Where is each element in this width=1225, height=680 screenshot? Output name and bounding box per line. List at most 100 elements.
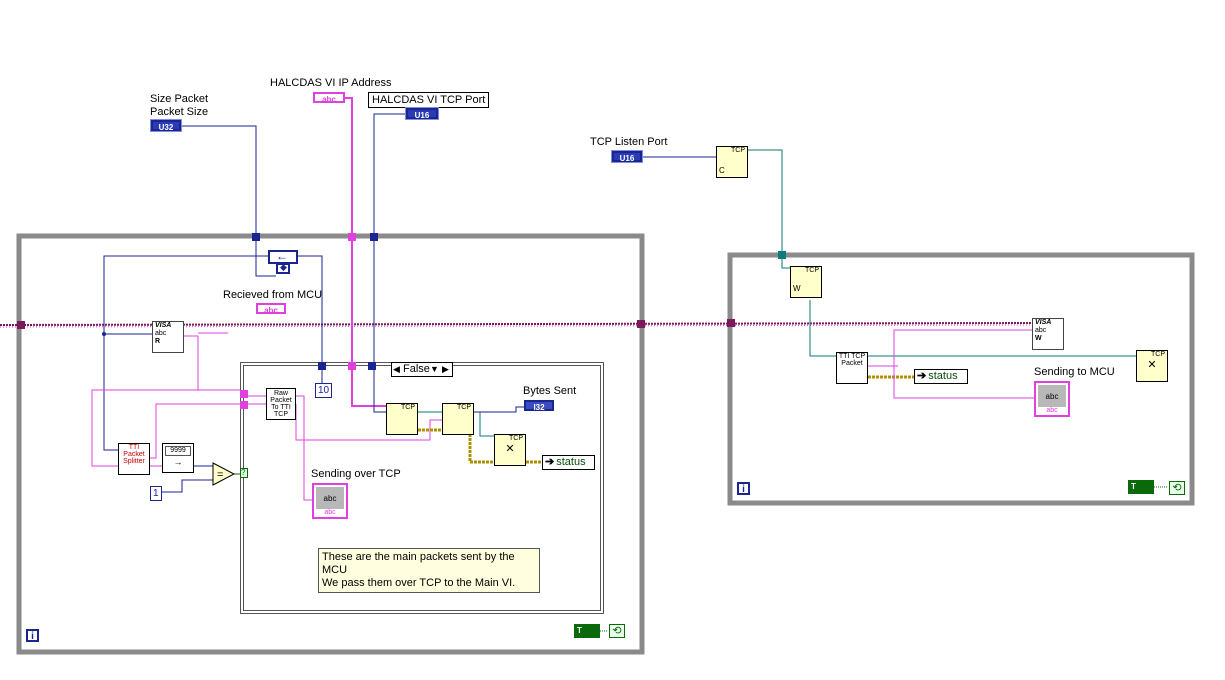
sending-to-mcu-display: abc: [1038, 385, 1066, 407]
case-tunnel-string-2[interactable]: [240, 401, 248, 409]
received-from-mcu-label: Recieved from MCU: [223, 289, 323, 301]
halcdas-port-label: HALCDAS VI TCP Port: [368, 92, 490, 108]
left-loop-stop-terminal[interactable]: ⟲: [609, 624, 625, 638]
tcp-wait-sub: W: [793, 284, 801, 293]
format-const-text: 9999: [165, 446, 191, 456]
sending-over-tcp-label: Sending over TCP: [311, 468, 401, 480]
tunnel-visa-right-in[interactable]: [727, 319, 735, 327]
tunnel-ip-address[interactable]: [348, 233, 356, 241]
visa-write-abc: abc: [1035, 327, 1047, 334]
received-from-mcu-indicator[interactable]: abc: [256, 303, 286, 315]
tti-packet-splitter-node[interactable]: TTI Packet Splitter: [118, 443, 150, 475]
raw-packet-text: Raw Packet To TTI TCP: [270, 390, 292, 418]
tcp-close-right-node[interactable]: TCP ✕: [1136, 350, 1168, 382]
tunnel-packet-size[interactable]: [252, 233, 260, 241]
status-indicator-left[interactable]: ➔ status: [542, 455, 595, 470]
visa-read-sub: R: [155, 338, 161, 345]
sending-to-mcu-label: Sending to MCU: [1034, 366, 1115, 378]
visa-read-node[interactable]: VISA abc R: [152, 321, 184, 353]
const-one-wire[interactable]: [162, 479, 214, 493]
case-next-icon[interactable]: ▶: [442, 363, 449, 376]
comment-line-2: We pass them over TCP to the Main VI.: [322, 577, 516, 589]
packet-size-label: Packet Size: [150, 106, 209, 118]
status-right-arrow-icon: ➔: [917, 370, 927, 382]
case-dropdown-icon[interactable]: ▼: [430, 363, 439, 376]
right-loop-iteration-terminal[interactable]: i: [737, 482, 750, 495]
tcp-listen-sub: C: [719, 166, 725, 175]
sending-over-tcp-foot: abc: [324, 509, 336, 516]
diamond-icon: ◆: [280, 262, 287, 272]
sending-to-mcu-foot: abc: [1046, 407, 1058, 414]
wait-refnum-wire[interactable]: [809, 300, 836, 357]
case-selector-value: False: [403, 363, 430, 375]
raw-packet-to-tti-tcp-node[interactable]: Raw Packet To TTI TCP: [266, 388, 296, 420]
visa-read-text: VISA: [155, 322, 172, 329]
tcp-close-right-text: TCP: [1151, 351, 1165, 358]
sending-over-tcp-indicator[interactable]: abc abc: [312, 483, 348, 519]
visa-write-text: VISA: [1035, 319, 1052, 326]
tcp-close-x-icon: ✕: [505, 443, 515, 455]
left-loop-iteration-terminal[interactable]: i: [26, 629, 39, 642]
tcp-open-node[interactable]: TCP: [386, 403, 418, 435]
tcp-wait-text: TCP: [805, 267, 819, 274]
shift-register-wire-2[interactable]: [298, 255, 323, 366]
ip-address-wire[interactable]: [345, 97, 386, 407]
equals-text: =: [217, 469, 223, 481]
tti-tcp-packet-node[interactable]: TTI TCP Packet: [836, 352, 868, 384]
equals-node[interactable]: =: [212, 462, 236, 486]
tcp-close-text: TCP: [509, 435, 523, 442]
tunnel-listen-refnum[interactable]: [778, 251, 786, 259]
status-arrow-icon: ➔: [545, 456, 555, 468]
tcp-create-listener-node[interactable]: TCP C: [716, 146, 748, 178]
sending-to-mcu-indicator[interactable]: abc abc: [1034, 381, 1070, 417]
diagram-comment: These are the main packets sent by the M…: [318, 548, 540, 593]
comment-line-1: These are the main packets sent by the M…: [322, 551, 515, 576]
visa-write-node[interactable]: VISA abc W: [1032, 318, 1064, 350]
sending-over-tcp-display: abc: [316, 487, 344, 509]
block-diagram: ◀ False ▼ ▶ ? Size Packet Packet Size U3…: [0, 0, 1225, 680]
const-one[interactable]: 1: [150, 486, 162, 501]
case-tunnel-ip[interactable]: [348, 362, 356, 370]
left-arrow-icon: ←: [276, 249, 288, 263]
visa-read-abc: abc: [155, 330, 167, 337]
case-tunnel-string-1[interactable]: [240, 390, 248, 398]
tcp-listen-port-control[interactable]: U16: [611, 150, 643, 163]
tcp-close-node[interactable]: TCP ✕: [494, 434, 526, 466]
status-right-text: status: [928, 370, 958, 382]
bytes-sent-indicator[interactable]: I32: [524, 400, 554, 412]
visa-write-sub: W: [1035, 335, 1042, 342]
tcp-write-node[interactable]: TCP: [442, 403, 474, 435]
tti-tcp-packet-text: TTI TCP Packet: [838, 353, 866, 367]
tcp-open-text: TCP: [401, 404, 415, 411]
halcdas-ip-control[interactable]: abc: [313, 92, 345, 104]
packet-size-control[interactable]: U32: [150, 119, 182, 132]
tti-splitter-text: TTI Packet Splitter: [123, 444, 145, 465]
right-loop-true-constant[interactable]: T: [1128, 480, 1154, 494]
tti-string-wire[interactable]: [868, 329, 1034, 367]
halcdas-ip-label: HALCDAS VI IP Address: [270, 77, 392, 89]
tcp-close-right-x-icon: ✕: [1147, 359, 1157, 371]
format-arrow-icon: →: [173, 457, 183, 467]
case-prev-icon[interactable]: ◀: [393, 363, 400, 376]
bytes-sent-label: Bytes Sent: [523, 385, 577, 397]
format-string-node[interactable]: 9999 →: [162, 443, 194, 473]
case-selector-terminal[interactable]: ?: [240, 468, 248, 478]
size-packet-label: Size Packet: [150, 93, 209, 105]
halcdas-port-control[interactable]: U16: [405, 107, 439, 120]
case-selector[interactable]: ◀ False ▼ ▶: [391, 362, 453, 377]
left-loop-true-constant[interactable]: T: [574, 624, 600, 638]
status-indicator-right[interactable]: ➔ status: [914, 369, 968, 384]
tcp-write-text: TCP: [457, 404, 471, 411]
shift-register-tail[interactable]: ◆: [276, 262, 290, 274]
tcp-listen-port-label: TCP Listen Port: [590, 136, 668, 148]
tunnel-tcp-port[interactable]: [370, 233, 378, 241]
case-tunnel-ten[interactable]: [318, 362, 326, 370]
case-tunnel-port[interactable]: [368, 362, 376, 370]
right-loop-stop-terminal[interactable]: ⟲: [1169, 481, 1185, 495]
status-left-text: status: [556, 456, 586, 468]
tunnel-visa-out[interactable]: [637, 320, 645, 328]
tunnel-visa-in[interactable]: [17, 321, 25, 329]
const-ten[interactable]: 10: [315, 383, 333, 398]
tcp-listen-text: TCP: [731, 147, 745, 154]
tcp-wait-on-listener-node[interactable]: TCP W: [790, 266, 822, 298]
